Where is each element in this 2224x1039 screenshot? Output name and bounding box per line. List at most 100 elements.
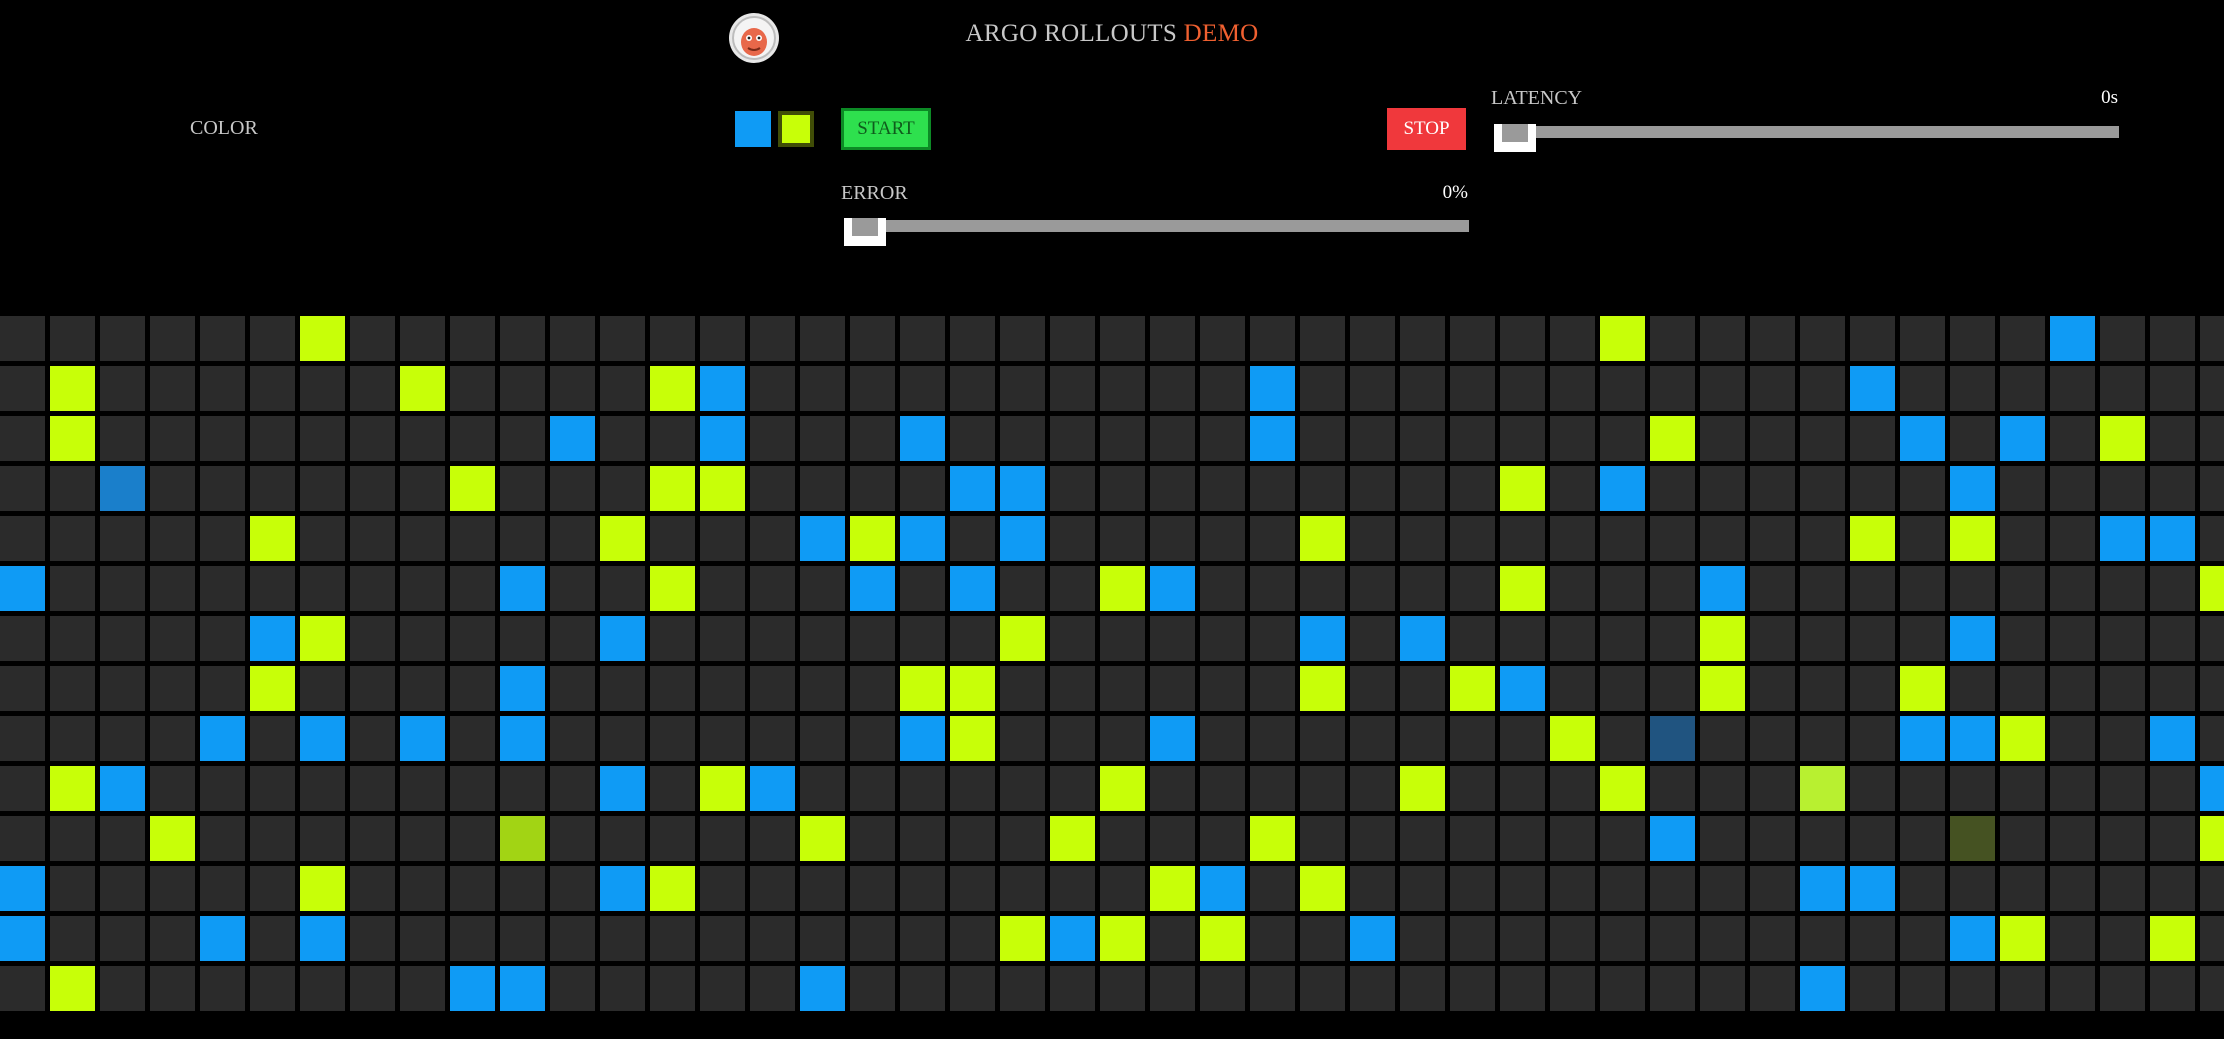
grid-cell: [850, 416, 895, 461]
grid-cell: [1100, 316, 1145, 361]
grid-cell: [1450, 966, 1495, 1011]
grid-cell: [1700, 766, 1745, 811]
grid-cell: [1050, 966, 1095, 1011]
grid-cell: [600, 716, 645, 761]
grid-cell: [1150, 316, 1195, 361]
grid-cell: [0, 316, 45, 361]
grid-cell: [450, 766, 495, 811]
grid-cell: [1350, 616, 1395, 661]
latency-slider-track[interactable]: [1495, 126, 2119, 138]
grid-cell: [1600, 366, 1645, 411]
grid-cell: [1750, 666, 1795, 711]
grid-cell: [1550, 566, 1595, 611]
grid-cell: [500, 916, 545, 961]
grid-cell: [650, 816, 695, 861]
grid-cell: [2100, 416, 2145, 461]
grid-cell: [1950, 816, 1995, 861]
grid-cell: [450, 616, 495, 661]
grid-cell: [1500, 566, 1545, 611]
color-swatch-blue[interactable]: [735, 111, 771, 147]
grid-cell: [800, 516, 845, 561]
grid-cell: [1300, 516, 1345, 561]
grid-cell: [1400, 516, 1445, 561]
grid-cell: [1550, 866, 1595, 911]
grid-cell: [1200, 466, 1245, 511]
grid-cell: [300, 766, 345, 811]
grid-cell: [1100, 416, 1145, 461]
latency-slider-handle[interactable]: [1494, 124, 1536, 152]
grid-cell: [1200, 566, 1245, 611]
grid-cell: [650, 366, 695, 411]
grid-cell: [250, 366, 295, 411]
grid-cell: [300, 416, 345, 461]
grid-cell: [2000, 866, 2045, 911]
grid-cell: [1450, 616, 1495, 661]
grid-cell: [1150, 966, 1195, 1011]
grid-cell: [0, 766, 45, 811]
grid-cell: [1050, 366, 1095, 411]
grid-cell: [2100, 816, 2145, 861]
grid-cell: [1150, 666, 1195, 711]
grid-cell: [150, 316, 195, 361]
grid-cell: [2050, 816, 2095, 861]
grid-cell: [1050, 916, 1095, 961]
grid-cell: [750, 816, 795, 861]
grid-cell: [2000, 466, 2045, 511]
grid-cell: [450, 866, 495, 911]
grid-cell: [2200, 566, 2224, 611]
grid-cell: [200, 366, 245, 411]
grid-cell: [350, 666, 395, 711]
grid-cell: [300, 916, 345, 961]
title-accent: DEMO: [1183, 20, 1259, 47]
grid-cell: [2100, 916, 2145, 961]
grid-cell: [100, 716, 145, 761]
start-button[interactable]: START: [841, 108, 931, 150]
grid-cell: [600, 916, 645, 961]
grid-cell: [250, 716, 295, 761]
grid-cell: [1850, 766, 1895, 811]
grid-cell: [350, 716, 395, 761]
grid-cell: [1500, 516, 1545, 561]
grid-cell: [1350, 516, 1395, 561]
grid-cell: [1450, 666, 1495, 711]
grid-cell: [200, 566, 245, 611]
grid-cell: [1150, 816, 1195, 861]
grid-cell: [100, 616, 145, 661]
grid-cell: [150, 516, 195, 561]
grid-cell: [400, 766, 445, 811]
grid-cell: [200, 816, 245, 861]
stop-button[interactable]: STOP: [1387, 108, 1466, 150]
grid-cell: [300, 966, 345, 1011]
grid-cell: [1550, 516, 1595, 561]
grid-cell: [1000, 366, 1045, 411]
grid-cell: [750, 416, 795, 461]
grid-cell: [350, 866, 395, 911]
grid-cell: [0, 366, 45, 411]
error-slider-handle[interactable]: [844, 218, 886, 246]
grid-cell: [950, 866, 995, 911]
grid-cell: [1250, 866, 1295, 911]
grid-cell: [1300, 416, 1345, 461]
grid-cell: [700, 566, 745, 611]
grid-cell: [400, 716, 445, 761]
grid-cell: [100, 966, 145, 1011]
grid-cell: [100, 566, 145, 611]
grid-cell: [500, 566, 545, 611]
grid-cell: [1150, 366, 1195, 411]
grid-cell: [1500, 866, 1545, 911]
grid-cell: [250, 416, 295, 461]
grid-cell: [300, 666, 345, 711]
color-swatch-green[interactable]: [778, 111, 814, 147]
grid-cell: [1750, 466, 1795, 511]
grid-cell: [2050, 966, 2095, 1011]
grid-cell: [1950, 966, 1995, 1011]
grid-cell: [200, 866, 245, 911]
grid-cell: [1200, 916, 1245, 961]
grid-cell: [2000, 766, 2045, 811]
grid-cell: [1750, 516, 1795, 561]
grid-cell: [750, 766, 795, 811]
grid-cell: [2050, 666, 2095, 711]
grid-cell: [950, 316, 995, 361]
error-slider-track[interactable]: [845, 220, 1469, 232]
grid-cell: [300, 516, 345, 561]
